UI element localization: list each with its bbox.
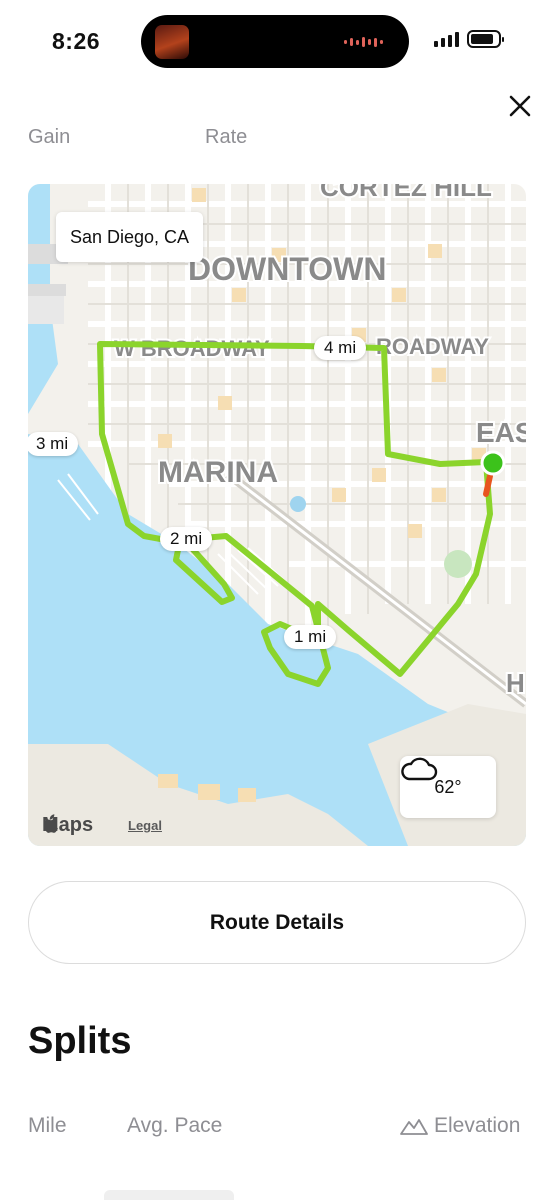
route-map[interactable]: CORTEZ HILL DOWNTOWN MARINA EAS H W BROA… bbox=[28, 184, 526, 846]
apple-logo-icon bbox=[43, 814, 58, 833]
audio-waveform-icon bbox=[344, 37, 383, 47]
cloud-icon bbox=[401, 757, 438, 781]
battery-icon bbox=[467, 30, 504, 48]
stat-label-rate: Rate bbox=[205, 126, 248, 148]
splits-row-peek bbox=[104, 1190, 234, 1200]
splits-title: Splits bbox=[28, 1020, 132, 1062]
mile-marker-2: 2 mi bbox=[160, 527, 213, 551]
stat-label-gain: Gain bbox=[28, 126, 71, 148]
weather-temperature: 62° bbox=[434, 776, 462, 797]
street-broadway-east: ROADWAY bbox=[376, 334, 489, 359]
apple-maps-attribution: Maps bbox=[42, 814, 93, 837]
route-end-segment bbox=[483, 473, 493, 497]
district-marina: MARINA bbox=[158, 456, 278, 489]
district-cortez-hill: CORTEZ HILL bbox=[320, 184, 492, 202]
weather-badge: 62° bbox=[400, 756, 496, 818]
splits-column-elevation: Elevation bbox=[400, 1114, 520, 1138]
close-icon bbox=[509, 95, 531, 117]
mile-marker-1: 1 mi bbox=[284, 625, 337, 649]
stat-labels-clipped: Gain Rate bbox=[0, 126, 554, 148]
splits-column-pace: Avg. Pace bbox=[127, 1114, 223, 1137]
district-east: EAS bbox=[476, 417, 526, 448]
status-bar: 8:26 bbox=[0, 0, 554, 84]
district-h: H bbox=[506, 668, 525, 698]
cellular-signal-icon bbox=[434, 32, 459, 47]
district-downtown: DOWNTOWN bbox=[188, 251, 386, 287]
map-canvas: CORTEZ HILL DOWNTOWN MARINA EAS H W BROA… bbox=[28, 184, 526, 846]
splits-column-elevation-label: Elevation bbox=[434, 1114, 521, 1137]
legal-link[interactable]: Legal bbox=[128, 818, 162, 833]
dynamic-island[interactable] bbox=[141, 15, 409, 68]
start-marker bbox=[480, 450, 506, 476]
splits-column-mile: Mile bbox=[28, 1114, 67, 1137]
status-time: 8:26 bbox=[52, 28, 101, 54]
location-label: San Diego, CA bbox=[56, 212, 204, 262]
now-playing-artwork bbox=[155, 25, 189, 59]
mile-marker-4: 4 mi bbox=[314, 336, 367, 360]
route-details-button[interactable]: Route Details bbox=[28, 881, 526, 964]
street-w-broadway: W BROADWAY bbox=[114, 336, 270, 361]
mountain-icon bbox=[400, 1119, 428, 1135]
mile-marker-3: 3 mi bbox=[28, 432, 79, 456]
close-button[interactable] bbox=[504, 90, 536, 122]
